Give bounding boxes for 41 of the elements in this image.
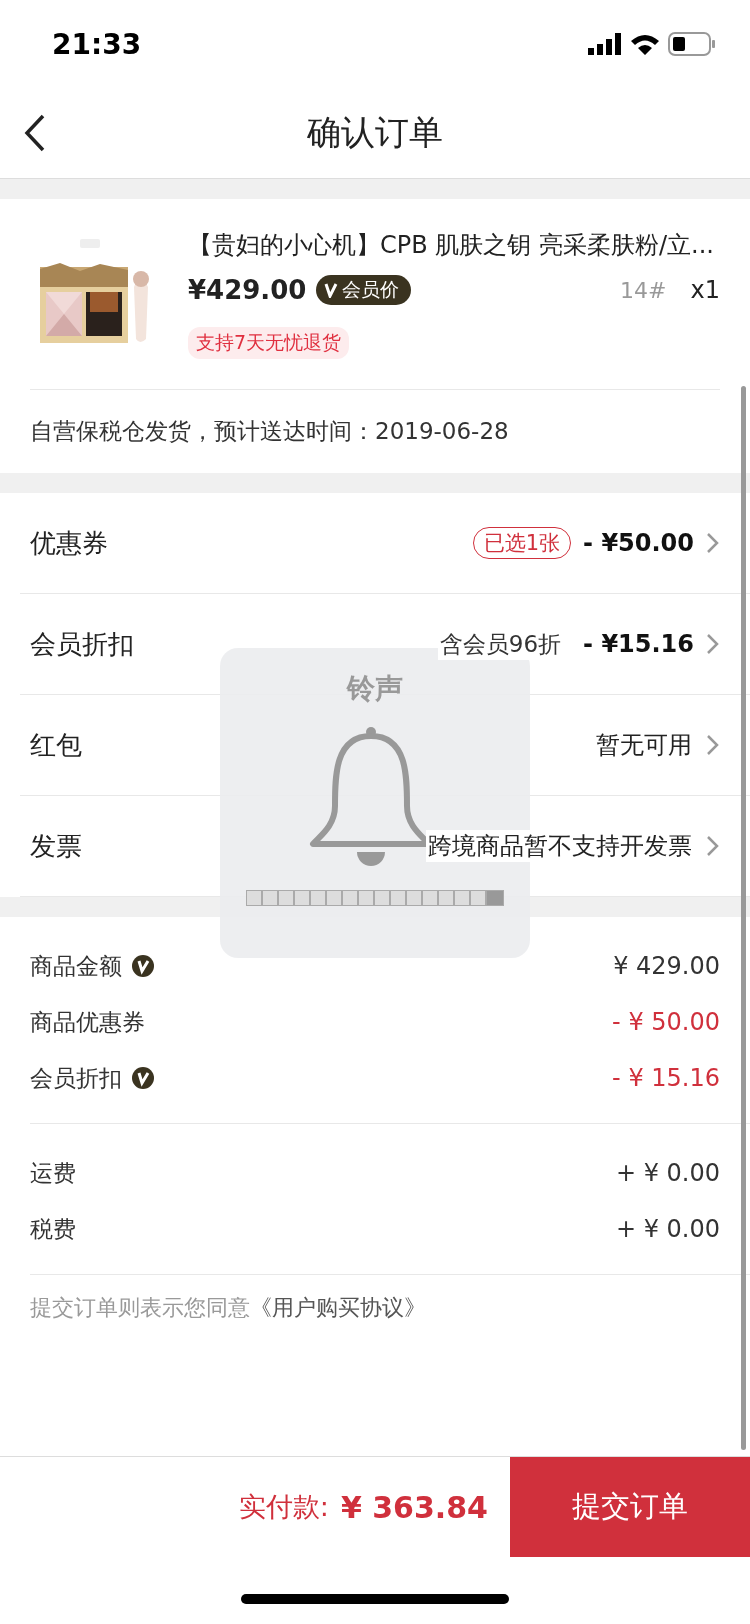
chevron-right-icon bbox=[706, 733, 720, 757]
chevron-right-icon bbox=[706, 531, 720, 555]
option-label: 会员折扣 bbox=[30, 627, 135, 661]
total-amount: ¥ 363.84 bbox=[340, 1489, 488, 1525]
total-label: 实付款: bbox=[238, 1490, 329, 1524]
back-icon[interactable] bbox=[24, 114, 46, 152]
page-title: 确认订单 bbox=[307, 111, 443, 154]
summary-label: 商品优惠券 bbox=[30, 1007, 145, 1037]
option-label: 发票 bbox=[30, 829, 83, 863]
vip-icon bbox=[324, 282, 339, 298]
chevron-right-icon bbox=[706, 632, 720, 656]
summary-value: + ¥ 0.00 bbox=[615, 1159, 720, 1187]
summary-value: ¥ 429.00 bbox=[613, 952, 720, 980]
wifi-icon bbox=[630, 33, 660, 55]
summary-label: 商品金额 bbox=[30, 951, 122, 981]
option-label: 红包 bbox=[30, 728, 83, 762]
product-price: ¥429.00 bbox=[188, 275, 307, 305]
return-policy-tag: 支持7天无忧退货 bbox=[188, 327, 350, 359]
member-price-badge: 会员价 bbox=[316, 275, 412, 305]
option-amount: - ¥50.00 bbox=[583, 529, 694, 557]
agreement-link[interactable]: 《用户购买协议》 bbox=[250, 1293, 426, 1323]
option-value: 跨境商品暂不支持开发票 bbox=[426, 830, 694, 862]
summary-label: 运费 bbox=[30, 1158, 76, 1188]
summary-label: 税费 bbox=[30, 1214, 76, 1244]
product-title: 【贵妇的小心机】CPB 肌肤之钥 亮采柔肤粉/立... bbox=[188, 230, 715, 261]
summary-value: - ¥ 50.00 bbox=[612, 1008, 720, 1036]
option-label: 优惠券 bbox=[30, 526, 109, 560]
summary-value: + ¥ 0.00 bbox=[615, 1215, 720, 1243]
status-time: 21:33 bbox=[52, 27, 142, 61]
signal-icon bbox=[588, 33, 622, 55]
battery-icon bbox=[668, 32, 716, 56]
vip-icon bbox=[132, 955, 154, 977]
summary-label: 会员折扣 bbox=[30, 1063, 122, 1093]
vip-icon bbox=[132, 1067, 154, 1089]
product-spec: 14# bbox=[620, 277, 667, 303]
submit-order-button[interactable]: 提交订单 bbox=[510, 1457, 750, 1557]
option-amount: - ¥15.16 bbox=[583, 630, 694, 658]
agreement-text: 提交订单则表示您同意 bbox=[30, 1294, 250, 1322]
chevron-right-icon bbox=[706, 834, 720, 858]
summary-value: - ¥ 15.16 bbox=[612, 1064, 720, 1092]
product-quantity: x1 bbox=[690, 276, 720, 304]
